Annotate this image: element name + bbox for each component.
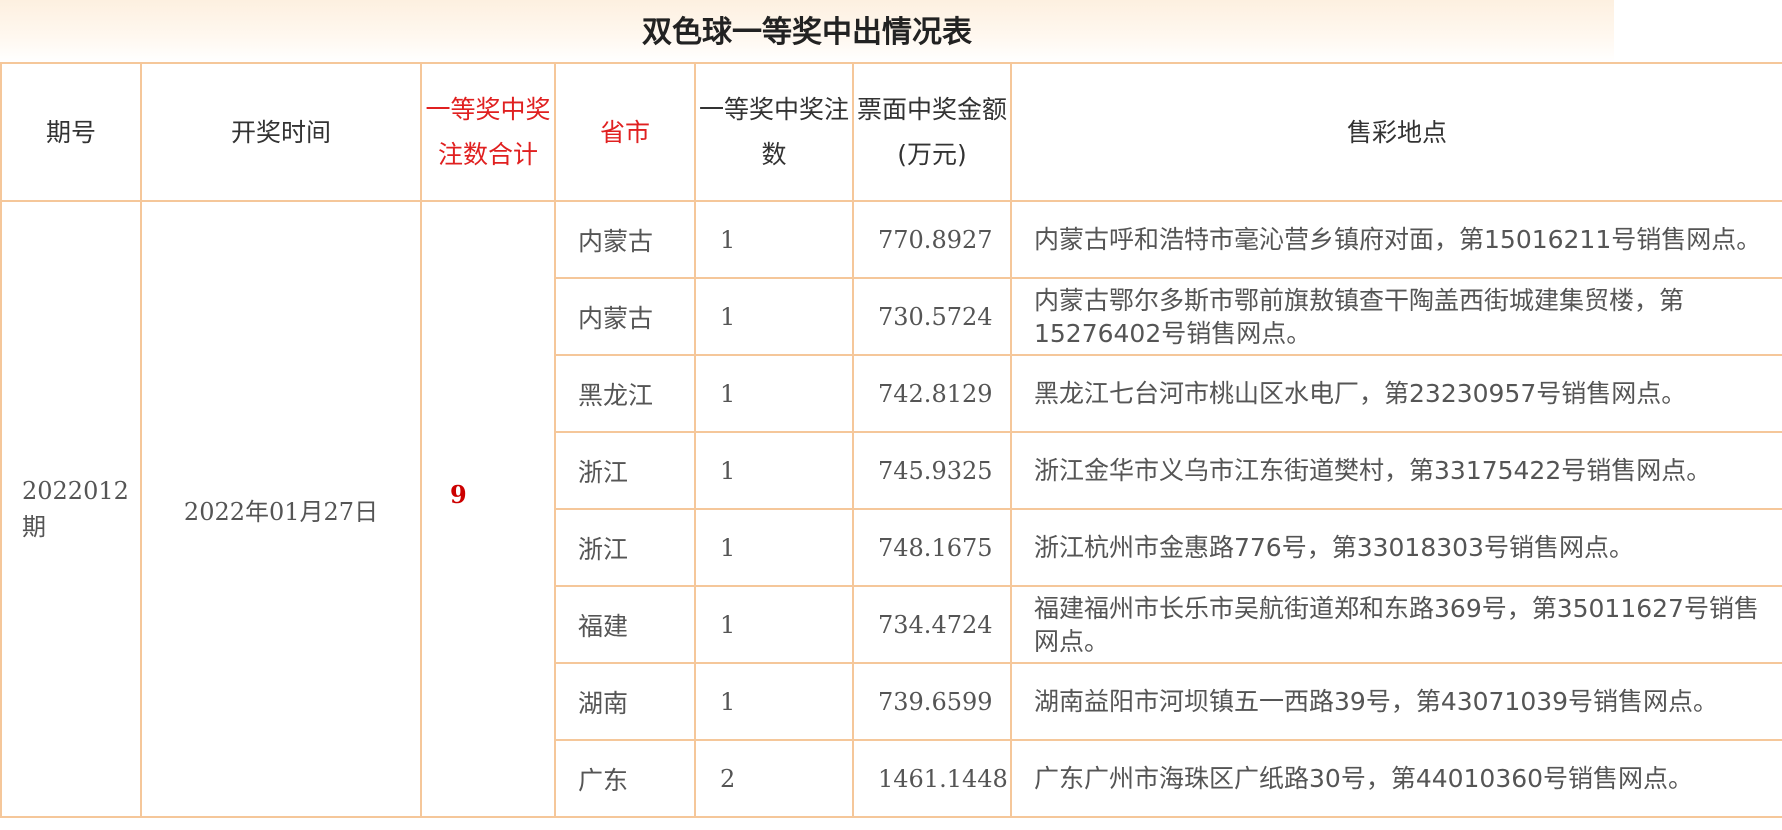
location-cell: 福建福州市长乐市吴航街道郑和东路369号，第35011627号销售网点。	[1010, 585, 1782, 664]
province-cell: 广东	[554, 739, 696, 818]
province-cell: 内蒙古	[554, 277, 696, 356]
total-winners-cell: 9	[420, 200, 556, 818]
issue-cell: 2022012期	[0, 200, 142, 818]
amount-cell: 748.1675	[852, 508, 1012, 587]
count-cell: 1	[694, 508, 854, 587]
header-count: 一等奖中奖注数	[694, 62, 854, 202]
count-cell: 1	[694, 585, 854, 664]
count-cell: 1	[694, 431, 854, 510]
count-cell: 1	[694, 277, 854, 356]
amount-cell: 730.5724	[852, 277, 1012, 356]
header-amount-unit: (万元)	[897, 140, 967, 169]
amount-cell: 770.8927	[852, 200, 1012, 279]
province-cell: 浙江	[554, 431, 696, 510]
winners-table: 期号 开奖时间 一等奖中奖注数合计 省市 一等奖中奖注数 票面中奖金额 (万元)…	[0, 62, 1782, 818]
header-date: 开奖时间	[140, 62, 422, 202]
header-province: 省市	[554, 62, 696, 202]
table-header-row: 期号 开奖时间 一等奖中奖注数合计 省市 一等奖中奖注数 票面中奖金额 (万元)…	[0, 62, 1782, 202]
amount-cell: 742.8129	[852, 354, 1012, 433]
table-row: 2022012期 2022年01月27日 9 内蒙古 1 770.8927 内蒙…	[0, 200, 1782, 818]
location-cell: 内蒙古鄂尔多斯市鄂前旗敖镇查干陶盖西街城建集贸楼，第15276402号销售网点。	[1010, 277, 1782, 356]
location-cell: 黑龙江七台河市桃山区水电厂，第23230957号销售网点。	[1010, 354, 1782, 433]
location-cell: 湖南益阳市河坝镇五一西路39号，第43071039号销售网点。	[1010, 662, 1782, 741]
province-cell: 浙江	[554, 508, 696, 587]
province-cell: 湖南	[554, 662, 696, 741]
header-issue: 期号	[0, 62, 142, 202]
province-cell: 黑龙江	[554, 354, 696, 433]
province-cell: 内蒙古	[554, 200, 696, 279]
amount-cell: 734.4724	[852, 585, 1012, 664]
location-cell: 广东广州市海珠区广纸路30号，第44010360号销售网点。	[1010, 739, 1782, 818]
count-cell: 2	[694, 739, 854, 818]
amount-cell: 1461.1448	[852, 739, 1012, 818]
header-amount-label: 票面中奖金额	[856, 95, 1007, 124]
location-cell: 内蒙古呼和浩特市毫沁营乡镇府对面，第15016211号销售网点。	[1010, 200, 1782, 279]
amount-cell: 745.9325	[852, 431, 1012, 510]
page-title: 双色球一等奖中出情况表	[0, 0, 1614, 62]
header-total: 一等奖中奖注数合计	[420, 62, 556, 202]
header-location: 售彩地点	[1010, 62, 1782, 202]
draw-date-cell: 2022年01月27日	[140, 200, 422, 818]
header-amount: 票面中奖金额 (万元)	[852, 62, 1012, 202]
count-cell: 1	[694, 354, 854, 433]
amount-cell: 739.6599	[852, 662, 1012, 741]
location-cell: 浙江杭州市金惠路776号，第33018303号销售网点。	[1010, 508, 1782, 587]
count-cell: 1	[694, 662, 854, 741]
province-cell: 福建	[554, 585, 696, 664]
location-cell: 浙江金华市义乌市江东街道樊村，第33175422号销售网点。	[1010, 431, 1782, 510]
count-cell: 1	[694, 200, 854, 279]
